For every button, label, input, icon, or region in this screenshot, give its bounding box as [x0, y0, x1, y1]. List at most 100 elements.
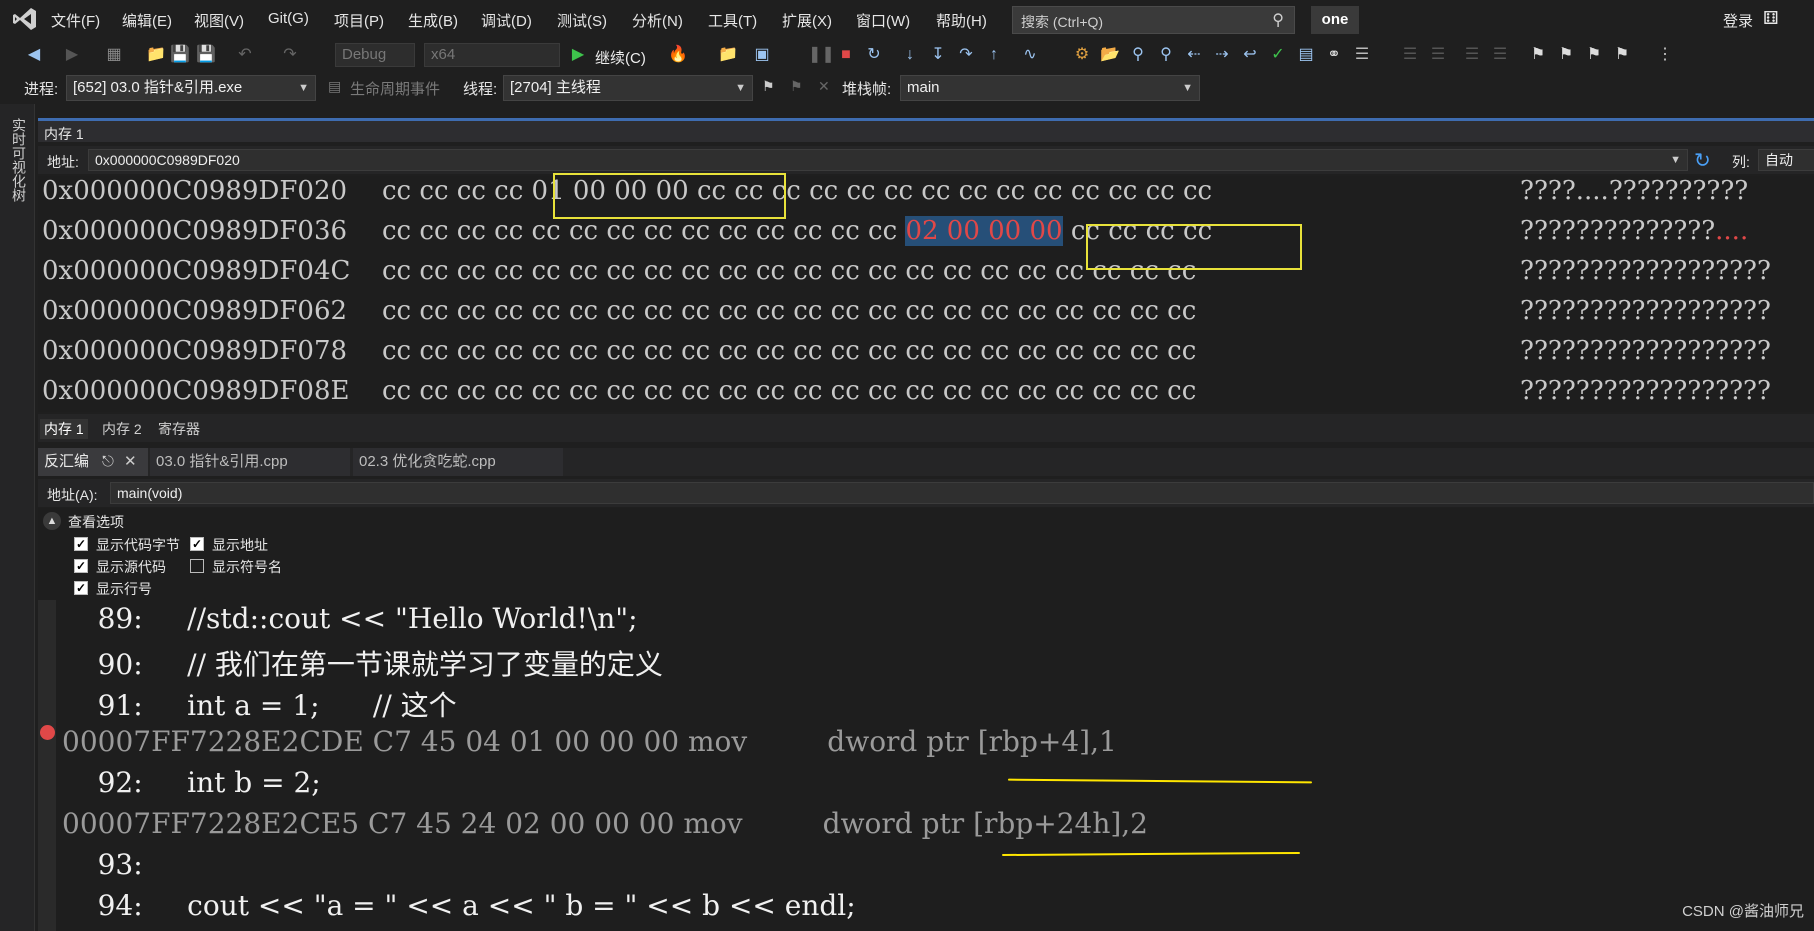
show-line-numbers-checkbox[interactable]: ✓: [74, 581, 88, 595]
search-input[interactable]: 搜索 (Ctrl+Q) ⚲: [1012, 6, 1295, 34]
menu-file[interactable]: 文件(F): [51, 10, 100, 31]
flag-all-icon[interactable]: ⚑: [790, 78, 803, 95]
step-over-arc-icon[interactable]: ↷: [956, 45, 976, 65]
thread-dropdown[interactable]: [2704] 主线程 ▼: [503, 75, 753, 101]
memory-row: 0x000000C0989DF062 cc cc cc cc cc cc cc …: [42, 296, 1814, 336]
step-into-icon[interactable]: ↓: [900, 45, 920, 65]
back-icon[interactable]: ◀: [24, 45, 44, 65]
prev-bookmark-icon[interactable]: ⚑: [1556, 45, 1576, 65]
source-line: 89: //std::cout << "Hello World!\n";: [62, 602, 638, 635]
memory-grid[interactable]: 0x000000C0989DF020 cc cc cc cc 01 00 00 …: [38, 176, 1814, 412]
show-code-bytes-checkbox[interactable]: ✓: [74, 537, 88, 551]
pause-icon[interactable]: ❚❚: [808, 45, 835, 65]
show-address-checkbox[interactable]: ✓: [190, 537, 204, 551]
format-icon[interactable]: ☰: [1490, 45, 1510, 65]
lifecycle-icon[interactable]: ▤: [328, 78, 341, 95]
stack-frame-dropdown[interactable]: main ▼: [900, 75, 1200, 101]
login-link[interactable]: 登录: [1723, 10, 1753, 31]
menu-edit[interactable]: 编辑(E): [122, 10, 172, 31]
close-icon[interactable]: ✕: [124, 448, 137, 476]
chevron-down-icon: ▼: [1182, 82, 1193, 94]
bookmark-icon[interactable]: ⚑: [1528, 45, 1548, 65]
tab-registers[interactable]: 寄存器: [154, 419, 204, 439]
new-item-icon[interactable]: ▦: [104, 45, 124, 65]
columns-dropdown[interactable]: 自动: [1758, 149, 1814, 171]
show-source-checkbox[interactable]: ✓: [74, 559, 88, 573]
hot-reload-icon[interactable]: 🔥: [668, 45, 688, 65]
refresh-icon[interactable]: ↻: [1694, 148, 1711, 173]
memory-row-bytes: cc cc cc cc cc cc cc cc cc cc cc cc cc c…: [382, 336, 1197, 366]
save-icon[interactable]: 💾: [170, 45, 190, 65]
tab-file-cpp-2[interactable]: 02.3 优化贪吃蛇.cpp: [353, 448, 563, 476]
live-visual-tree-tab[interactable]: 实时可视化树: [9, 118, 29, 202]
menu-extensions[interactable]: 扩展(X): [782, 10, 832, 31]
vs-logo-icon[interactable]: [12, 6, 38, 32]
outdent-icon[interactable]: ☰: [1428, 45, 1448, 65]
diagnostic-icon[interactable]: ⚙: [1072, 45, 1092, 65]
menu-test[interactable]: 测试(S): [557, 10, 607, 31]
continue-button[interactable]: 继续(C): [595, 47, 646, 68]
menu-view[interactable]: 视图(V): [194, 10, 244, 31]
clear-bookmarks-icon[interactable]: ⚑: [1612, 45, 1632, 65]
configuration-dropdown[interactable]: Debug: [335, 43, 415, 67]
link-icon[interactable]: ⚭: [1324, 45, 1344, 65]
find-replace-icon[interactable]: ⚲: [1156, 45, 1176, 65]
menu-project[interactable]: 项目(P): [334, 10, 384, 31]
tab-memory-2[interactable]: 内存 2: [98, 419, 146, 439]
redo-icon[interactable]: ↷: [280, 45, 300, 65]
comment-icon[interactable]: ☰: [1352, 45, 1372, 65]
breakpoint-icon[interactable]: [40, 725, 55, 740]
tab-file-cpp-1[interactable]: 03.0 指针&引用.cpp: [150, 448, 350, 476]
stack-frame-value: main: [907, 79, 940, 96]
menu-build[interactable]: 生成(B): [408, 10, 458, 31]
undo-icon[interactable]: ↶: [235, 45, 255, 65]
process-dropdown[interactable]: [652] 03.0 指针&引用.exe ▼: [66, 75, 316, 101]
disassembly-code-view[interactable]: 89: //std::cout << "Hello World!\n"; 90:…: [38, 600, 1814, 931]
toolbar-overflow-icon[interactable]: ⋮: [1655, 45, 1675, 65]
next-bookmark-icon[interactable]: ⚑: [1584, 45, 1604, 65]
ascii-changed: ....: [1715, 216, 1749, 246]
memory-address-input[interactable]: 0x000000C0989DF020 ▼: [88, 149, 1688, 171]
tab-disassembly[interactable]: 反汇编 ⎋ ✕: [38, 448, 148, 476]
menu-tools[interactable]: 工具(T): [708, 10, 757, 31]
disassembly-address-input[interactable]: main(void): [110, 482, 1814, 504]
collapse-icon[interactable]: ▲: [43, 512, 61, 530]
indent-icon[interactable]: ☰: [1400, 45, 1420, 65]
check-icon[interactable]: ✓: [1268, 45, 1288, 65]
process-folder-icon[interactable]: 📁: [718, 45, 738, 65]
forward-icon[interactable]: ▶: [62, 45, 82, 65]
memory-row-ascii: ??????????????????: [1520, 256, 1771, 286]
breakpoint-margin[interactable]: [38, 600, 56, 931]
restart-icon[interactable]: ↻: [864, 45, 884, 65]
platform-dropdown[interactable]: x64: [424, 43, 560, 67]
lifecycle-events-label[interactable]: 生命周期事件: [350, 78, 440, 99]
flag-icon[interactable]: ⚑: [762, 78, 775, 95]
thread-switch-icon[interactable]: ✕: [818, 78, 830, 95]
menu-git[interactable]: Git(G): [268, 10, 309, 27]
save-all-icon[interactable]: 💾: [196, 45, 216, 65]
screen-icon[interactable]: ▣: [752, 45, 772, 65]
find-icon[interactable]: ⚲: [1128, 45, 1148, 65]
run-to-cursor-icon[interactable]: ↩: [1240, 45, 1260, 65]
step-over-icon[interactable]: ↧: [928, 45, 948, 65]
folder-icon[interactable]: 📂: [1100, 45, 1120, 65]
step-out-icon[interactable]: ↑: [984, 45, 1004, 65]
show-threads-icon[interactable]: ∿: [1020, 45, 1040, 65]
memory-row: 0x000000C0989DF036 cc cc cc cc cc cc cc …: [42, 216, 1814, 256]
uncomment-icon[interactable]: ☰: [1462, 45, 1482, 65]
pin-icon[interactable]: ⎋: [102, 448, 114, 476]
account-icon[interactable]: ⚅: [1763, 8, 1779, 29]
open-folder-icon[interactable]: 📁: [146, 45, 166, 65]
arrow-right-icon[interactable]: ⇢: [1212, 45, 1232, 65]
menu-analyze[interactable]: 分析(N): [632, 10, 683, 31]
stop-icon[interactable]: ■: [836, 45, 856, 65]
tab-memory-1[interactable]: 内存 1: [40, 419, 88, 439]
arrow-left-icon[interactable]: ⇠: [1184, 45, 1204, 65]
memory-row: 0x000000C0989DF078 cc cc cc cc cc cc cc …: [42, 336, 1814, 376]
menu-window[interactable]: 窗口(W): [856, 10, 910, 31]
menu-help[interactable]: 帮助(H): [936, 10, 987, 31]
menu-debug[interactable]: 调试(D): [481, 10, 532, 31]
show-symbol-names-checkbox[interactable]: [190, 559, 204, 573]
window-icon[interactable]: ▤: [1296, 45, 1316, 65]
continue-play-icon[interactable]: ▶: [568, 45, 588, 65]
